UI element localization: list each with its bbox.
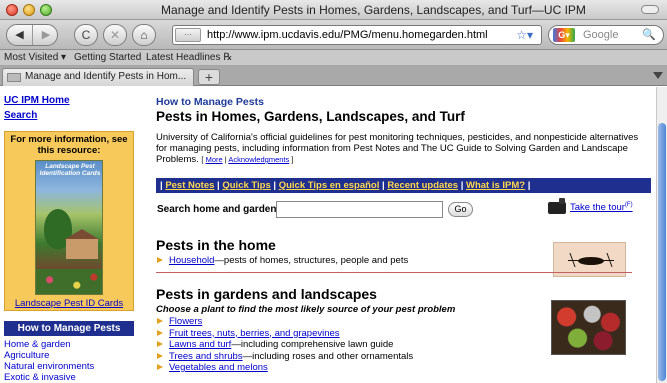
- search-link[interactable]: Search: [4, 110, 136, 125]
- howto-submenu: Home & garden Agriculture Natural enviro…: [4, 339, 136, 383]
- tour-link-label[interactable]: Take the tour: [570, 202, 625, 213]
- tour-link-sup: (F): [624, 202, 633, 208]
- go-button[interactable]: Go: [448, 202, 473, 217]
- search-engine-input[interactable]: Google: [583, 29, 618, 41]
- list-item: Vegetables and melons: [156, 362, 626, 374]
- video-camera-icon[interactable]: [548, 198, 566, 214]
- howto-item-agriculture[interactable]: Agriculture: [4, 350, 136, 361]
- site-identity-icon[interactable]: ···: [175, 28, 201, 42]
- section-divider: [156, 272, 632, 273]
- fruit-photo: [551, 300, 626, 355]
- section-nav-strip: | Pest Notes | Quick Tips | Quick Tips e…: [156, 178, 651, 193]
- bookmark-star-icon[interactable]: ☆▾: [516, 28, 533, 42]
- favicon-icon: [7, 73, 21, 82]
- house-illustration: [66, 239, 98, 259]
- nav-recent-updates[interactable]: Recent updates: [387, 180, 458, 191]
- page-kicker[interactable]: How to Manage Pests: [156, 96, 646, 109]
- url-text[interactable]: http://www.ipm.ucdavis.edu/PMG/menu.home…: [207, 29, 488, 41]
- left-sidebar: UC IPM Home Search: [4, 95, 136, 125]
- howto-item-exotic-invasive[interactable]: Exotic & invasive: [4, 372, 136, 383]
- address-bar[interactable]: ··· http://www.ipm.ucdavis.edu/PMG/menu.…: [172, 25, 542, 45]
- search-label: Search home and garden:: [157, 204, 280, 215]
- back-button[interactable]: ◀: [7, 25, 33, 45]
- toolbar-toggle-button[interactable]: [641, 5, 659, 14]
- trees-shrubs-desc: —including roses and other ornamentals: [242, 350, 414, 362]
- uc-ipm-home-link[interactable]: UC IPM Home: [4, 95, 136, 110]
- nav-what-is-ipm[interactable]: What is IPM?: [466, 180, 525, 191]
- vertical-scrollbar[interactable]: [656, 87, 667, 383]
- home-garden-search-input[interactable]: [276, 201, 443, 218]
- lawns-turf-desc: —including comprehensive lawn guide: [231, 339, 394, 350]
- bookmark-latest-headlines[interactable]: Latest Headlines ℞: [146, 52, 232, 63]
- nav-pest-notes[interactable]: Pest Notes: [165, 180, 214, 191]
- tab-label: Manage and Identify Pests in Hom...: [25, 71, 187, 82]
- card-title: Landscape Pest Identification Cards: [39, 163, 101, 177]
- search-icon[interactable]: 🔍: [642, 28, 656, 41]
- pest-id-cards-link[interactable]: Landscape Pest ID Cards: [5, 298, 133, 309]
- page-title: Pests in Homes, Gardens, Landscapes, and…: [156, 109, 465, 124]
- tab-active[interactable]: Manage and Identify Pests in Hom...: [2, 68, 194, 86]
- home-button[interactable]: ⌂: [132, 24, 156, 46]
- promo-heading: For more information, see this resource:: [10, 134, 128, 156]
- bookmark-getting-started[interactable]: Getting Started: [74, 52, 141, 63]
- household-desc: —pests of homes, structures, people and …: [214, 255, 409, 266]
- flowers-illustration: [36, 269, 102, 294]
- new-tab-button[interactable]: +: [198, 69, 220, 85]
- howto-item-natural-environments[interactable]: Natural environments: [4, 361, 136, 372]
- search-engine-box[interactable]: G▾ Google 🔍: [548, 25, 664, 45]
- vegetables-melons-link[interactable]: Vegetables and melons: [169, 362, 268, 373]
- back-forward-control: ◀ ▶: [6, 24, 58, 46]
- reload-button[interactable]: C: [74, 24, 98, 46]
- pest-id-cards-image[interactable]: Landscape Pest Identification Cards: [35, 160, 103, 295]
- more-link[interactable]: More: [206, 155, 223, 164]
- trees-shrubs-link[interactable]: Trees and shrubs: [169, 351, 243, 362]
- howto-item-home-garden[interactable]: Home & garden: [4, 339, 136, 350]
- close-window-button[interactable]: [6, 4, 18, 16]
- site-search-row: Search home and garden: Go Take the tour…: [156, 198, 651, 220]
- household-link[interactable]: Household: [169, 255, 214, 266]
- nav-quick-tips[interactable]: Quick Tips: [222, 180, 270, 191]
- flowers-link[interactable]: Flowers: [169, 316, 202, 327]
- navigation-toolbar: ◀ ▶ C ✕ ⌂ ··· http://www.ipm.ucdavis.edu…: [0, 20, 667, 50]
- main-content: How to Manage Pests Pests in Homes, Gard…: [156, 96, 651, 373]
- promo-box: For more information, see this resource:…: [4, 131, 134, 311]
- window-titlebar: Manage and Identify Pests in Homes, Gard…: [0, 0, 667, 20]
- window-title: Manage and Identify Pests in Homes, Gard…: [161, 3, 586, 17]
- how-to-manage-pests-header[interactable]: How to Manage Pests: [4, 321, 134, 336]
- list-all-tabs-icon[interactable]: [653, 72, 663, 79]
- zoom-window-button[interactable]: [40, 4, 52, 16]
- page-description: University of California's official guid…: [156, 132, 646, 165]
- take-the-tour-link[interactable]: Take the tour(F): [570, 202, 633, 213]
- ant-body-illustration: [578, 257, 604, 265]
- forward-button[interactable]: ▶: [33, 25, 59, 45]
- fruit-trees-link[interactable]: Fruit trees, nuts, berries, and grapevin…: [169, 328, 340, 339]
- more-links: [ More | Acknowledgments ]: [201, 155, 294, 164]
- nav-quick-tips-espanol[interactable]: Quick Tips en español: [279, 180, 380, 191]
- scrollbar-thumb[interactable]: [658, 123, 666, 381]
- tab-bar: Manage and Identify Pests in Hom... +: [0, 66, 667, 86]
- bookmark-most-visited[interactable]: Most Visited ▾: [4, 52, 66, 63]
- lawns-turf-link[interactable]: Lawns and turf: [169, 339, 231, 350]
- minimize-window-button[interactable]: [23, 4, 35, 16]
- acknowledgments-link[interactable]: Acknowledgments: [228, 155, 289, 164]
- page-content: UC IPM Home Search For more information,…: [0, 87, 667, 383]
- stop-button[interactable]: ✕: [103, 24, 127, 46]
- google-icon[interactable]: G▾: [553, 28, 575, 42]
- bookmarks-toolbar: Most Visited ▾ Getting Started Latest He…: [0, 50, 667, 66]
